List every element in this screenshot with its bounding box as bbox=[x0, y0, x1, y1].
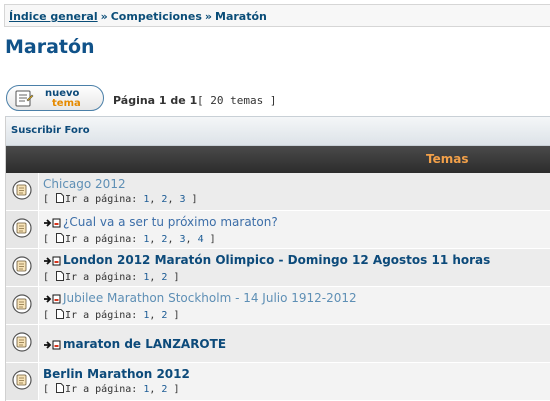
goto-pages: [ Ir a página: 1, 2 ] bbox=[43, 383, 180, 396]
breadcrumb-separator: » bbox=[204, 10, 212, 23]
topic-title-link[interactable]: London 2012 Maratón Olimpico - Domingo 1… bbox=[63, 253, 490, 267]
page-link[interactable]: 3 bbox=[179, 234, 185, 245]
page-link[interactable]: 1 bbox=[143, 272, 149, 283]
topic-title-link[interactable]: Chicago 2012 bbox=[43, 177, 126, 191]
page-link[interactable]: 4 bbox=[198, 234, 204, 245]
page-link[interactable]: 1 bbox=[143, 310, 149, 321]
goto-label: Ir a página: bbox=[65, 384, 138, 395]
topic-row: London 2012 Maratón Olimpico - Domingo 1… bbox=[6, 249, 550, 287]
topic-row: ¿Cual va a ser tu próximo maraton? [ Ir a… bbox=[6, 211, 550, 249]
goto-pages: [ Ir a página: 1, 2 ] bbox=[43, 309, 180, 322]
topic-main-cell: Jubilee Marathon Stockholm - 14 Julio 19… bbox=[39, 287, 550, 324]
topic-status-icon-cell bbox=[6, 249, 39, 286]
breadcrumb-link-competiciones[interactable]: Competiciones bbox=[111, 10, 202, 23]
topic-status-icon-cell bbox=[6, 363, 39, 400]
topic-main-cell: Chicago 2012 [ Ir a página: 1, 2, 3 ] bbox=[39, 173, 550, 210]
subscribe-bar: Suscribir Foro bbox=[6, 116, 550, 146]
topic-row: Berlin Marathon 2012 [ Ir a página: 1, 2 … bbox=[6, 363, 550, 401]
topic-title-link[interactable]: ¿Cual va a ser tu próximo maraton? bbox=[63, 215, 278, 229]
hot-topic-arrow-icon bbox=[43, 256, 61, 269]
topic-folder-icon bbox=[11, 179, 33, 204]
breadcrumb-link-index[interactable]: Índice general bbox=[9, 10, 98, 23]
hot-topic-arrow-icon bbox=[43, 294, 61, 307]
topic-row: Chicago 2012 [ Ir a página: 1, 2, 3 ] bbox=[6, 173, 550, 211]
goto-pages: [ Ir a página: 1, 2 ] bbox=[43, 271, 180, 284]
new-topic-button[interactable]: nuevo tema bbox=[6, 85, 104, 111]
topic-row: Jubilee Marathon Stockholm - 14 Julio 19… bbox=[6, 287, 550, 325]
topic-title-link[interactable]: Berlin Marathon 2012 bbox=[43, 367, 190, 381]
goto-label: Ir a página: bbox=[65, 234, 138, 245]
goto-pages: [ Ir a página: 1, 2, 3 ] bbox=[43, 193, 198, 206]
page-icon bbox=[56, 233, 65, 246]
topic-main-cell: Berlin Marathon 2012 [ Ir a página: 1, 2 … bbox=[39, 363, 550, 400]
topic-status-icon-cell bbox=[6, 211, 39, 248]
topic-folder-icon bbox=[11, 369, 33, 394]
topic-folder-icon bbox=[11, 331, 33, 356]
subscribe-forum-link[interactable]: Suscribir Foro bbox=[11, 125, 90, 136]
topic-status-icon-cell bbox=[6, 325, 39, 362]
topic-status-icon-cell bbox=[6, 173, 39, 210]
page-link[interactable]: 2 bbox=[161, 384, 167, 395]
topic-main-cell: ¿Cual va a ser tu próximo maraton? [ Ir a… bbox=[39, 211, 550, 248]
topics-column-header: Temas bbox=[426, 152, 469, 166]
goto-label: Ir a página: bbox=[65, 272, 138, 283]
topics-table: Suscribir Foro Temas Chicago 2012 [ Ir a … bbox=[5, 116, 550, 401]
page-link[interactable]: 1 bbox=[143, 234, 149, 245]
topic-folder-icon bbox=[11, 255, 33, 280]
hot-topic-arrow-icon bbox=[43, 218, 61, 231]
topic-row: maraton de LANZAROTE bbox=[6, 325, 550, 363]
page-link[interactable]: 1 bbox=[143, 384, 149, 395]
topic-folder-icon bbox=[11, 293, 33, 318]
topic-count: [ 20 temas ] bbox=[197, 94, 277, 107]
topic-list: Chicago 2012 [ Ir a página: 1, 2, 3 ] ¿Cua… bbox=[6, 173, 550, 401]
pagination-text: Página 1 de 1 bbox=[113, 94, 198, 107]
page-link[interactable]: 2 bbox=[161, 194, 167, 205]
page-link[interactable]: 2 bbox=[161, 272, 167, 283]
new-topic-label-line2: tema bbox=[52, 98, 81, 109]
page-icon bbox=[56, 271, 65, 284]
breadcrumb: Índice general» Competiciones» Maratón bbox=[4, 4, 550, 27]
topic-title-link[interactable]: maraton de LANZAROTE bbox=[63, 337, 226, 351]
breadcrumb-separator: » bbox=[100, 10, 108, 23]
hot-topic-arrow-icon bbox=[43, 340, 61, 353]
page-link[interactable]: 2 bbox=[161, 310, 167, 321]
page-link[interactable]: 1 bbox=[143, 194, 149, 205]
topic-status-icon-cell bbox=[6, 287, 39, 324]
topic-folder-icon bbox=[11, 217, 33, 242]
page-icon bbox=[56, 193, 65, 206]
goto-label: Ir a página: bbox=[65, 194, 138, 205]
goto-label: Ir a página: bbox=[65, 310, 138, 321]
page-link[interactable]: 2 bbox=[161, 234, 167, 245]
page-icon bbox=[56, 383, 65, 396]
topic-main-cell: London 2012 Maratón Olimpico - Domingo 1… bbox=[39, 249, 550, 286]
table-header: Temas bbox=[6, 146, 550, 173]
goto-pages: [ Ir a página: 1, 2, 3, 4 ] bbox=[43, 233, 216, 246]
notepad-icon bbox=[14, 90, 34, 110]
topic-title-link[interactable]: Jubilee Marathon Stockholm - 14 Julio 19… bbox=[63, 291, 357, 305]
page-icon bbox=[56, 309, 65, 322]
topic-main-cell: maraton de LANZAROTE bbox=[39, 325, 550, 362]
breadcrumb-link-maraton[interactable]: Maratón bbox=[215, 10, 267, 23]
page-link[interactable]: 3 bbox=[179, 194, 185, 205]
page-title: Maratón bbox=[5, 36, 95, 58]
